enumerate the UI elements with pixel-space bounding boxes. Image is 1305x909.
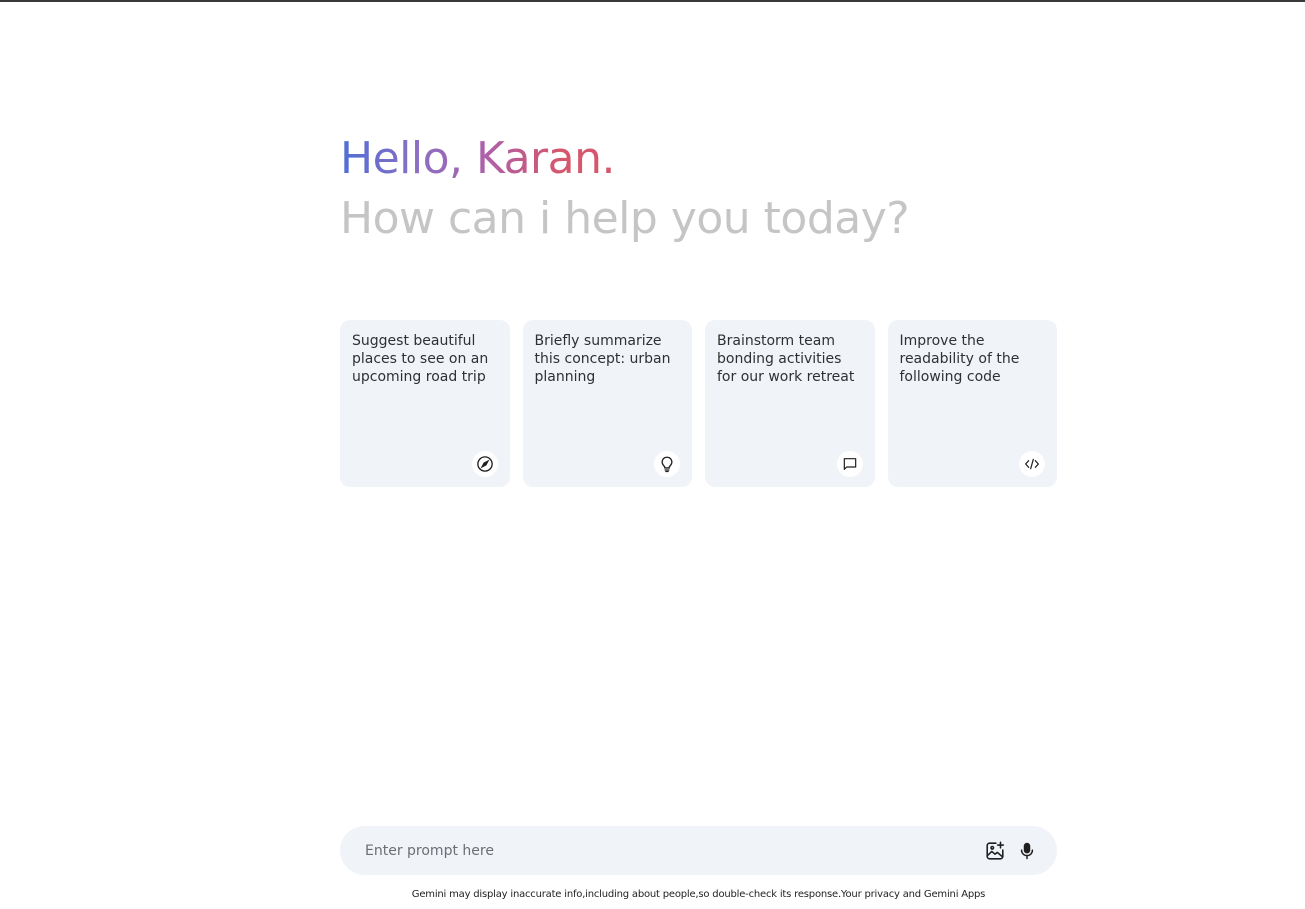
prompt-bar: [340, 826, 1057, 875]
suggestion-text: Suggest beautiful places to see on an up…: [352, 333, 489, 385]
add-image-icon[interactable]: [981, 837, 1009, 865]
suggestion-list: Suggest beautiful places to see on an up…: [340, 320, 1057, 487]
greeting-title: Hello, Karan.: [340, 130, 615, 188]
suggestion-text: Brainstorm team bonding activities for o…: [717, 333, 855, 385]
suggestion-text: Briefly summarize this concept: urban pl…: [534, 333, 671, 385]
greeting-header: Hello, Karan. How can i help you today?: [340, 130, 1060, 248]
suggestion-card-code-readability[interactable]: Improve the readability of the following…: [887, 320, 1057, 487]
suggestion-card-urban-planning[interactable]: Briefly summarize this concept: urban pl…: [522, 320, 692, 487]
window-top-border: [0, 0, 1305, 2]
disclaimer-text: Gemini may display inaccurate info,inclu…: [411, 889, 986, 900]
lightbulb-icon: [654, 451, 680, 477]
microphone-icon[interactable]: [1013, 837, 1041, 865]
prompt-input[interactable]: [363, 841, 977, 860]
chat-bubble-icon: [836, 451, 863, 477]
greeting-subtitle: How can i help you today?: [340, 193, 910, 244]
suggestion-card-team-bonding[interactable]: Brainstorm team bonding activities for o…: [705, 320, 875, 487]
suggestion-card-road-trip[interactable]: Suggest beautiful places to see on an up…: [340, 320, 510, 487]
suggestion-text: Improve the readability of the following…: [899, 333, 1020, 385]
compass-icon: [471, 451, 498, 477]
code-icon: [1019, 451, 1045, 477]
